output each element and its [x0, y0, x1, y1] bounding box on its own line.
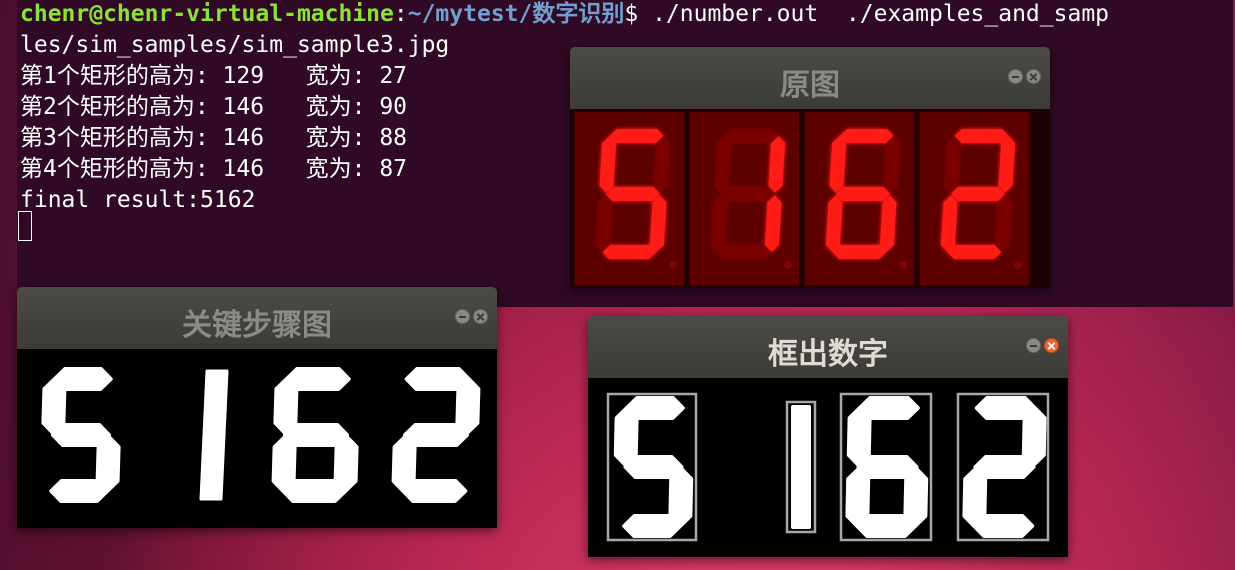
segment-g: [836, 187, 890, 201]
decimal-point: [669, 261, 677, 269]
digit-2: [962, 396, 1047, 538]
binary-image: [17, 349, 497, 528]
prompt-separator: :: [393, 1, 408, 27]
seven-segment-display: [573, 110, 1031, 287]
segment-g: [973, 455, 1036, 479]
prompt-user: chenr@chenr-virtual-machine: [20, 1, 394, 27]
segment-a: [609, 129, 664, 143]
window-titlebar[interactable]: 关键步骤图: [17, 287, 497, 349]
window-titlebar[interactable]: 框出数字: [588, 316, 1068, 378]
digit-5: [41, 367, 121, 503]
output-line: 第4个矩形的高为: 146 宽为: 87: [20, 156, 408, 182]
segment-e: [391, 435, 417, 493]
command-text-wrap: les/sim_samples/sim_sample3.jpg: [20, 32, 450, 58]
boxed-digits-window[interactable]: 框出数字: [588, 316, 1068, 557]
prompt-path: ~/mytest/数字识别: [407, 1, 625, 27]
segment-g: [721, 187, 775, 201]
window-title: 原图: [780, 68, 840, 103]
segment-a: [954, 129, 1009, 143]
segment-e: [845, 467, 871, 528]
original-image: [570, 109, 1050, 288]
segment-g: [856, 455, 919, 479]
minimize-icon[interactable]: [455, 309, 470, 324]
output-line: 第2个矩形的高为: 146 宽为: 90: [20, 94, 408, 120]
terminal-cursor: [18, 211, 32, 241]
segment-e: [271, 435, 297, 493]
segment-d: [832, 245, 887, 259]
terminal-command-line: chenr@chenr-virtual-machine:~/mytest/数字识…: [20, 0, 1109, 30]
segment-g: [951, 187, 1005, 201]
segment-d: [602, 245, 657, 259]
segment-d: [947, 245, 1002, 259]
window-title: 关键步骤图: [182, 308, 332, 343]
segment-d: [622, 514, 683, 538]
output-line: 第1个矩形的高为: 129 宽为: 27: [20, 63, 408, 89]
output-line: 第3个矩形的高为: 146 宽为: 88: [20, 125, 408, 151]
prompt-dollar: $: [624, 1, 653, 27]
minimize-icon[interactable]: [1008, 69, 1023, 84]
boxed-image: [588, 378, 1068, 557]
digit-5: [613, 396, 694, 538]
decimal-point: [1014, 261, 1022, 269]
segment-b: [1021, 406, 1047, 467]
command-text: ./number.out ./examples_and_samp: [652, 1, 1110, 27]
digit-2: [391, 367, 481, 503]
original-image-window[interactable]: 原图: [570, 47, 1050, 288]
segment-g: [623, 455, 684, 479]
segment-e: [962, 467, 988, 528]
key-steps-window[interactable]: 关键步骤图: [17, 287, 497, 528]
segment-a: [839, 129, 894, 143]
window-titlebar[interactable]: 原图: [570, 47, 1050, 109]
window-title: 框出数字: [768, 337, 888, 372]
digit-6: [271, 367, 359, 503]
minimize-icon[interactable]: [1026, 338, 1041, 353]
digit-1: [199, 369, 229, 501]
close-icon[interactable]: [1044, 338, 1059, 353]
segment-b: [455, 377, 481, 435]
segment-g: [51, 423, 111, 447]
decimal-point: [899, 261, 907, 269]
binary-digits: [41, 367, 481, 503]
segment-g: [403, 423, 469, 447]
digit-1: [791, 405, 811, 529]
decimal-point: [784, 261, 792, 269]
segment-g: [606, 187, 660, 201]
boxed-digits: [606, 392, 1050, 542]
segment-d: [717, 245, 772, 259]
digit-6: [845, 396, 929, 538]
segment-a: [724, 129, 779, 143]
close-icon[interactable]: [1026, 69, 1041, 84]
final-result-line: final result:5162: [20, 187, 256, 213]
close-icon[interactable]: [473, 309, 488, 324]
segment-g: [283, 423, 349, 447]
segment-d: [49, 479, 110, 503]
